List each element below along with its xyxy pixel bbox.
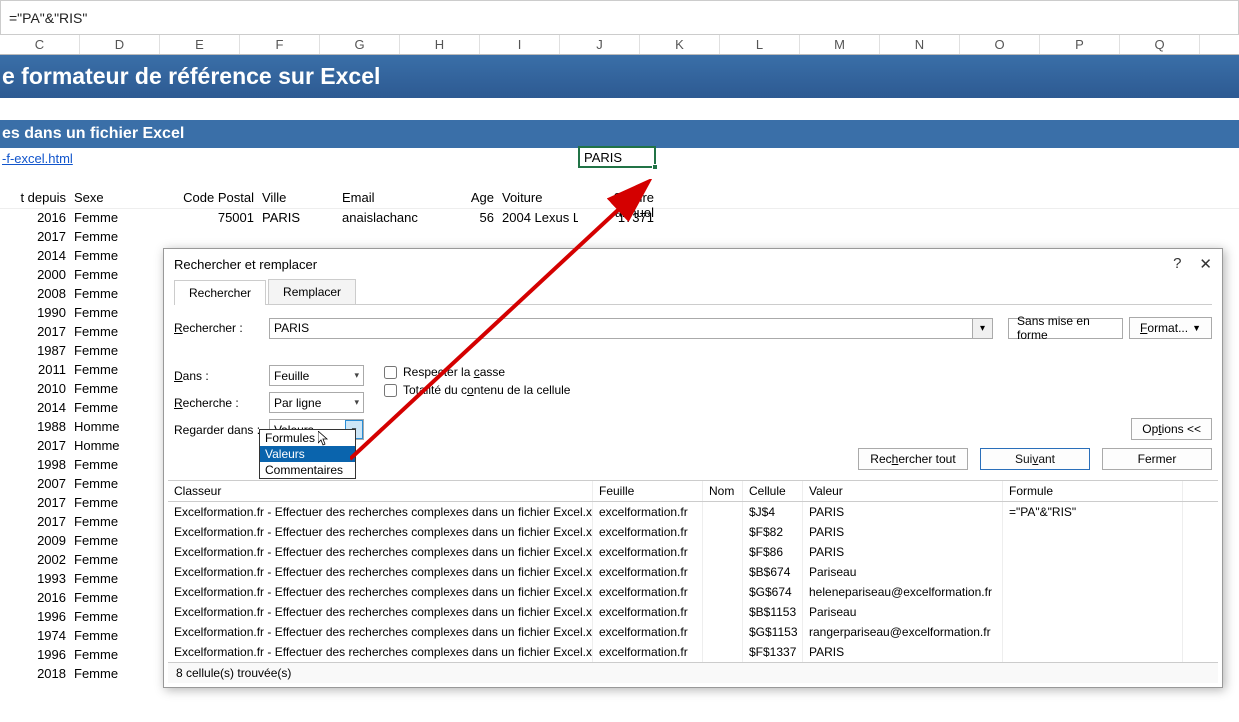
- options-button[interactable]: Options <<: [1131, 418, 1212, 440]
- table-row[interactable]: 2016Femme75001PARISanaislachanc562004 Le…: [0, 209, 1239, 228]
- label-search: Rechercher :: [174, 321, 269, 335]
- result-row[interactable]: Excelformation.fr - Effectuer des recher…: [168, 622, 1218, 642]
- fill-handle[interactable]: [652, 164, 658, 170]
- table-row[interactable]: 2017Femme: [0, 228, 1239, 247]
- combo-within[interactable]: Feuille▾: [269, 365, 364, 386]
- col-header[interactable]: G: [320, 35, 400, 54]
- label-dans: Dans :: [174, 369, 269, 383]
- search-input[interactable]: [269, 318, 973, 339]
- find-all-button[interactable]: Rechercher tout: [858, 448, 968, 470]
- col-header[interactable]: H: [400, 35, 480, 54]
- label-recherche: Recherche :: [174, 396, 269, 410]
- combo-direction[interactable]: Par ligne▾: [269, 392, 364, 413]
- find-replace-dialog: Rechercher et remplacer ? ✕ Rechercher R…: [163, 248, 1223, 688]
- format-preview: Sans mise en forme: [1008, 318, 1123, 339]
- reference-link[interactable]: -f-excel.html: [2, 151, 73, 166]
- tab-replace[interactable]: Remplacer: [268, 279, 356, 304]
- formula-text: ="PA"&"RIS": [9, 10, 87, 26]
- results-table: Classeur Feuille Nom Cellule Valeur Form…: [168, 480, 1218, 662]
- find-next-button[interactable]: Suivant: [980, 448, 1090, 470]
- close-icon[interactable]: ✕: [1199, 255, 1212, 273]
- col-header[interactable]: F: [240, 35, 320, 54]
- subtitle-banner: es dans un fichier Excel: [0, 120, 1239, 148]
- checkbox-whole-cell[interactable]: [384, 384, 397, 397]
- col-header[interactable]: M: [800, 35, 880, 54]
- dropdown-option-formules[interactable]: Formules: [260, 430, 355, 446]
- column-headers: CDEFGHIJKLMNOPQ: [0, 35, 1239, 55]
- results-col-classeur[interactable]: Classeur: [168, 481, 593, 501]
- col-header[interactable]: I: [480, 35, 560, 54]
- cursor-icon: [318, 431, 330, 447]
- title-banner: e formateur de référence sur Excel: [0, 55, 1239, 98]
- col-header[interactable]: L: [720, 35, 800, 54]
- sheet-headers: t depuis Sexe Code Postal Ville Email Ag…: [0, 188, 1239, 209]
- results-col-valeur[interactable]: Valeur: [803, 481, 1003, 501]
- results-col-cellule[interactable]: Cellule: [743, 481, 803, 501]
- lookin-dropdown-list: Formules Valeurs Commentaires: [259, 429, 356, 479]
- result-row[interactable]: Excelformation.fr - Effectuer des recher…: [168, 522, 1218, 542]
- dialog-title: Rechercher et remplacer: [174, 257, 317, 272]
- active-cell[interactable]: PARIS: [578, 146, 656, 168]
- result-row[interactable]: Excelformation.fr - Effectuer des recher…: [168, 602, 1218, 622]
- results-col-formule[interactable]: Formule: [1003, 481, 1183, 501]
- col-header[interactable]: E: [160, 35, 240, 54]
- col-header[interactable]: C: [0, 35, 80, 54]
- col-header[interactable]: D: [80, 35, 160, 54]
- col-header[interactable]: Q: [1120, 35, 1200, 54]
- col-header[interactable]: K: [640, 35, 720, 54]
- label-whole-cell: Totalité du contenu de la cellule: [403, 383, 570, 397]
- dropdown-option-commentaires[interactable]: Commentaires: [260, 462, 355, 478]
- checkbox-match-case[interactable]: [384, 366, 397, 379]
- search-history-dropdown[interactable]: ▾: [973, 318, 993, 339]
- close-button[interactable]: Fermer: [1102, 448, 1212, 470]
- tab-search[interactable]: Rechercher: [174, 280, 266, 305]
- status-bar: 8 cellule(s) trouvée(s): [168, 662, 1218, 683]
- col-header[interactable]: P: [1040, 35, 1120, 54]
- result-row[interactable]: Excelformation.fr - Effectuer des recher…: [168, 642, 1218, 662]
- result-row[interactable]: Excelformation.fr - Effectuer des recher…: [168, 502, 1218, 522]
- col-header[interactable]: J: [560, 35, 640, 54]
- label-regarder: Regarder dans :: [174, 423, 269, 437]
- help-icon[interactable]: ?: [1173, 255, 1181, 273]
- result-row[interactable]: Excelformation.fr - Effectuer des recher…: [168, 582, 1218, 602]
- col-header[interactable]: N: [880, 35, 960, 54]
- formula-bar[interactable]: ="PA"&"RIS": [0, 0, 1239, 35]
- col-header[interactable]: O: [960, 35, 1040, 54]
- result-row[interactable]: Excelformation.fr - Effectuer des recher…: [168, 562, 1218, 582]
- results-col-feuille[interactable]: Feuille: [593, 481, 703, 501]
- results-col-nom[interactable]: Nom: [703, 481, 743, 501]
- result-row[interactable]: Excelformation.fr - Effectuer des recher…: [168, 542, 1218, 562]
- label-match-case: Respecter la casse: [403, 365, 505, 379]
- format-button[interactable]: Format...▼: [1129, 317, 1212, 339]
- dropdown-option-valeurs[interactable]: Valeurs: [260, 446, 355, 462]
